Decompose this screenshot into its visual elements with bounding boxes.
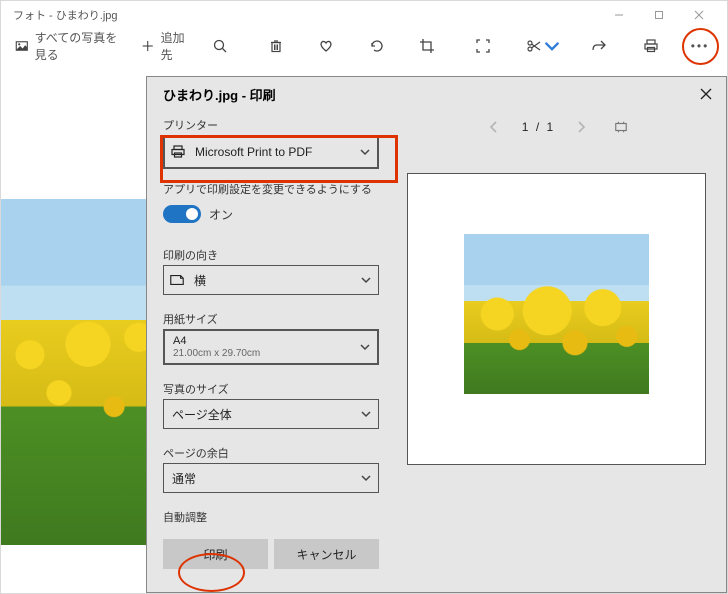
margins-label: ページの余白: [163, 445, 379, 461]
crop-button[interactable]: [408, 32, 446, 60]
paper-size-label: 用紙サイズ: [163, 311, 379, 327]
fullscreen-button[interactable]: [464, 32, 502, 60]
delete-button[interactable]: [257, 32, 295, 60]
print-icon: [643, 38, 659, 54]
print-button[interactable]: [632, 32, 670, 60]
print-settings: プリンター Microsoft Print to PDF アプリで印刷設定を変更…: [147, 111, 391, 592]
all-photos-button[interactable]: すべての写真を見る: [9, 32, 131, 60]
zoom-button[interactable]: [201, 32, 239, 60]
chevron-down-icon: [353, 341, 377, 353]
share-button[interactable]: [580, 32, 618, 60]
chevron-down-icon: [354, 408, 378, 420]
chevron-down-icon: [544, 38, 560, 54]
more-button[interactable]: •••: [681, 32, 719, 60]
all-photos-label: すべての写真を見る: [35, 29, 126, 63]
edit-button[interactable]: [520, 32, 566, 60]
photo-viewport: [1, 199, 146, 545]
preview-page-indicator: 1 / 1: [522, 120, 553, 134]
photo-size-value: ページ全体: [164, 406, 354, 423]
allow-app-label: アプリで印刷設定を変更できるようにする: [163, 181, 379, 197]
photo-size-label: 写真のサイズ: [163, 381, 379, 397]
orientation-value: 横: [190, 272, 354, 289]
print-dialog-title: ひまわり.jpg - 印刷: [147, 85, 686, 104]
preview-page-total: 1: [547, 120, 554, 134]
paper-size-value: A4: [173, 335, 353, 347]
preview-page: [407, 173, 706, 465]
zoom-icon: [212, 38, 228, 54]
print-dialog-close-button[interactable]: [686, 77, 726, 111]
preview-fit-button[interactable]: [609, 117, 633, 137]
preview-page-current: 1: [522, 120, 529, 134]
chevron-down-icon: [353, 146, 377, 158]
favorite-button[interactable]: [307, 32, 345, 60]
printer-label: プリンター: [163, 117, 379, 133]
print-dialog: ひまわり.jpg - 印刷 プリンター Microsoft Print to P…: [146, 76, 727, 593]
title-bar: フォト - ひまわり.jpg: [1, 1, 727, 29]
body-area: ひまわり.jpg - 印刷 プリンター Microsoft Print to P…: [1, 63, 727, 593]
rotate-button[interactable]: [358, 32, 396, 60]
share-icon: [591, 38, 607, 54]
print-dialog-header: ひまわり.jpg - 印刷: [147, 77, 726, 111]
preview-page-sep: /: [536, 120, 539, 134]
toolbar: すべての写真を見る 追加先: [1, 29, 727, 63]
rotate-icon: [369, 38, 385, 54]
ellipsis-icon: •••: [691, 39, 710, 53]
toggle-state-label: オン: [209, 206, 233, 223]
printer-dropdown[interactable]: Microsoft Print to PDF: [163, 135, 379, 169]
preview-next-button[interactable]: [571, 117, 591, 137]
add-target-button[interactable]: 追加先: [135, 32, 197, 60]
orientation-dropdown[interactable]: 横: [163, 265, 379, 295]
margins-dropdown[interactable]: 通常: [163, 463, 379, 493]
close-icon: [700, 88, 712, 100]
landscape-icon: [164, 272, 190, 288]
minimize-icon: [614, 10, 624, 20]
window-maximize-button[interactable]: [639, 1, 679, 29]
paper-size-sub: 21.00cm x 29.70cm: [173, 348, 353, 359]
fullscreen-icon: [475, 38, 491, 54]
window-minimize-button[interactable]: [599, 1, 639, 29]
close-icon: [694, 10, 704, 20]
margins-value: 通常: [164, 470, 354, 487]
preview-prev-button[interactable]: [484, 117, 504, 137]
heart-icon: [318, 38, 334, 54]
add-target-label: 追加先: [161, 29, 191, 63]
paper-size-dropdown[interactable]: A4 21.00cm x 29.70cm: [163, 329, 379, 365]
photo-size-dropdown[interactable]: ページ全体: [163, 399, 379, 429]
window-title: フォト - ひまわり.jpg: [9, 7, 599, 23]
printer-icon: [165, 144, 191, 160]
printer-value: Microsoft Print to PDF: [191, 145, 353, 159]
plus-icon: [141, 38, 154, 54]
crop-icon: [419, 38, 435, 54]
allow-app-toggle[interactable]: [163, 205, 201, 223]
auto-adjust-label: 自動調整: [163, 509, 379, 525]
chevron-down-icon: [354, 472, 378, 484]
photos-icon: [15, 38, 29, 54]
scissors-icon: [526, 38, 542, 54]
print-preview-area: 1 / 1: [391, 111, 726, 592]
window-close-button[interactable]: [679, 1, 719, 29]
maximize-icon: [654, 10, 664, 20]
preview-photo: [464, 234, 649, 394]
trash-icon: [268, 38, 284, 54]
cancel-button[interactable]: キャンセル: [274, 539, 379, 569]
chevron-down-icon: [354, 274, 378, 286]
orientation-label: 印刷の向き: [163, 247, 379, 263]
toggle-knob: [186, 208, 198, 220]
print-submit-button[interactable]: 印刷: [163, 539, 268, 569]
preview-pager: 1 / 1: [391, 113, 726, 141]
